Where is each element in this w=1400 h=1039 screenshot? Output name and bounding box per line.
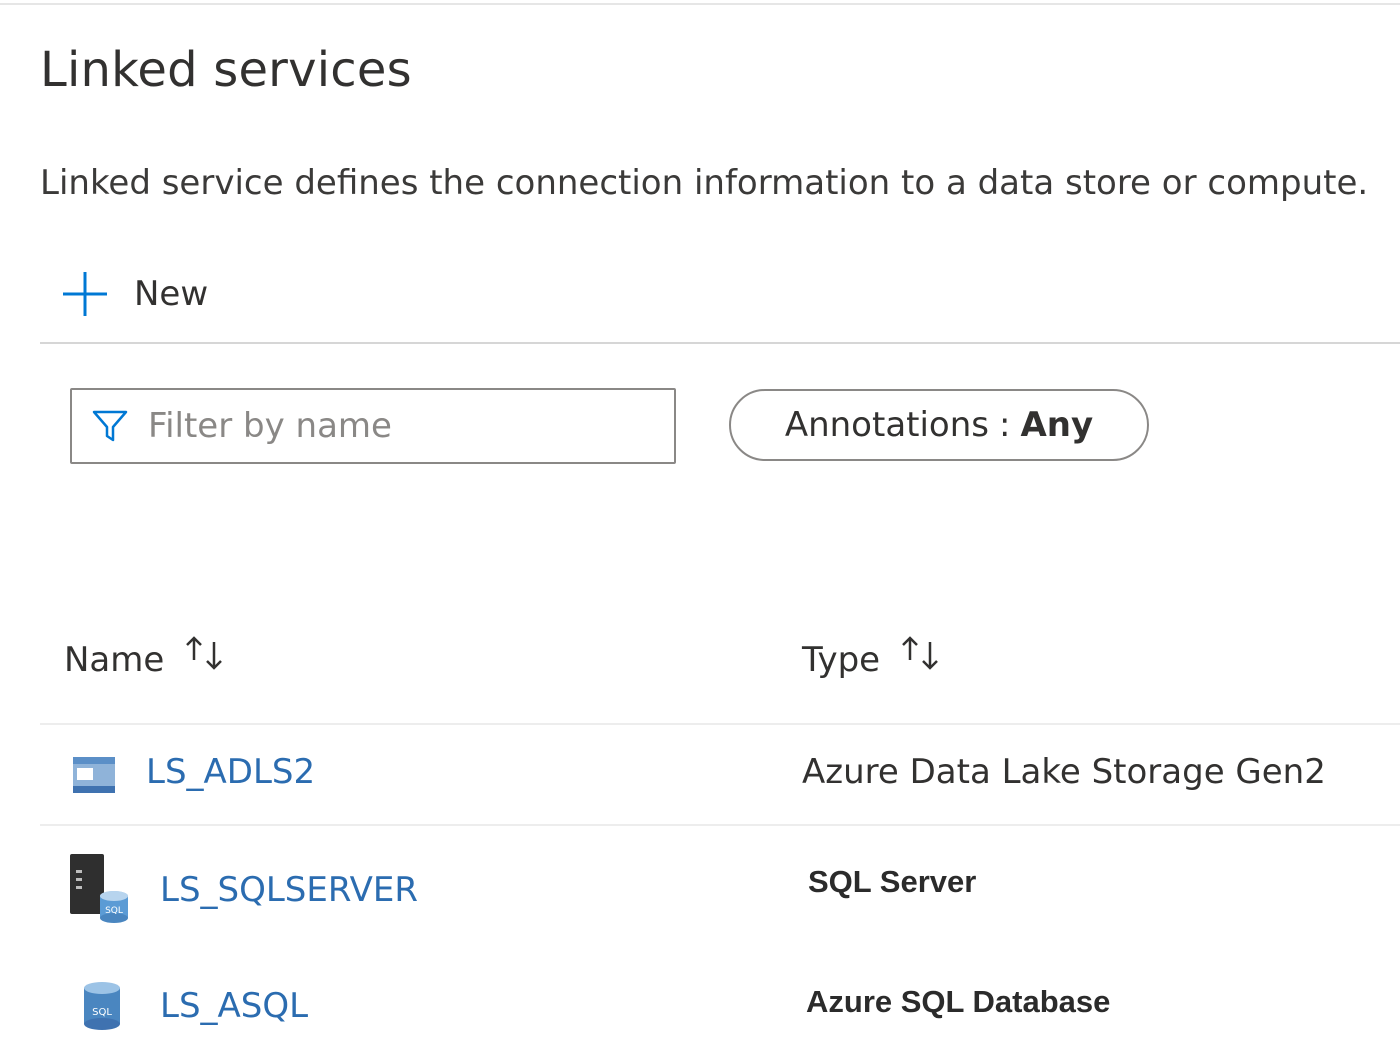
storage-account-icon <box>73 757 115 793</box>
column-header-type[interactable]: Type <box>802 630 944 690</box>
table-row[interactable]: SQL LS_ASQL Azure SQL Database <box>0 950 1400 1039</box>
column-header-name[interactable]: Name <box>64 630 228 690</box>
annotations-label: Annotations <box>784 405 989 445</box>
azure-sql-database-icon: SQL <box>84 982 120 1030</box>
linked-service-link[interactable]: LS_ASQL <box>160 986 308 1026</box>
table-row[interactable]: SQL LS_SQLSERVER SQL Server <box>0 826 1400 946</box>
page-title: Linked services <box>40 42 412 98</box>
linked-service-link[interactable]: LS_SQLSERVER <box>160 870 418 910</box>
filter-by-name-input[interactable] <box>148 406 648 446</box>
annotations-separator: : <box>999 405 1011 445</box>
linked-service-type: SQL Server <box>808 864 977 899</box>
table-row[interactable]: LS_ADLS2 Azure Data Lake Storage Gen2 <box>0 724 1400 824</box>
filter-icon <box>92 410 128 442</box>
svg-text:SQL: SQL <box>105 906 123 916</box>
annotations-value: Any <box>1020 405 1094 445</box>
svg-text:SQL: SQL <box>92 1007 112 1018</box>
toolbar-divider <box>40 342 1400 344</box>
new-button-label: New <box>134 274 209 314</box>
page-description: Linked service defines the connection in… <box>40 163 1369 203</box>
column-header-name-label: Name <box>64 640 165 680</box>
new-linked-service-button[interactable]: New <box>60 264 208 324</box>
linked-service-link[interactable]: LS_ADLS2 <box>146 752 315 792</box>
filter-by-name-field[interactable] <box>70 388 676 464</box>
annotations-filter-pill[interactable]: Annotations : Any <box>729 389 1149 461</box>
sort-icon <box>186 636 223 670</box>
plus-icon <box>63 272 107 316</box>
top-divider <box>0 3 1400 5</box>
linked-service-type: Azure Data Lake Storage Gen2 <box>802 752 1326 792</box>
sql-server-icon: SQL <box>70 854 128 923</box>
sort-icon <box>902 636 938 670</box>
column-header-type-label: Type <box>802 640 881 680</box>
linked-service-type: Azure SQL Database <box>806 984 1111 1019</box>
